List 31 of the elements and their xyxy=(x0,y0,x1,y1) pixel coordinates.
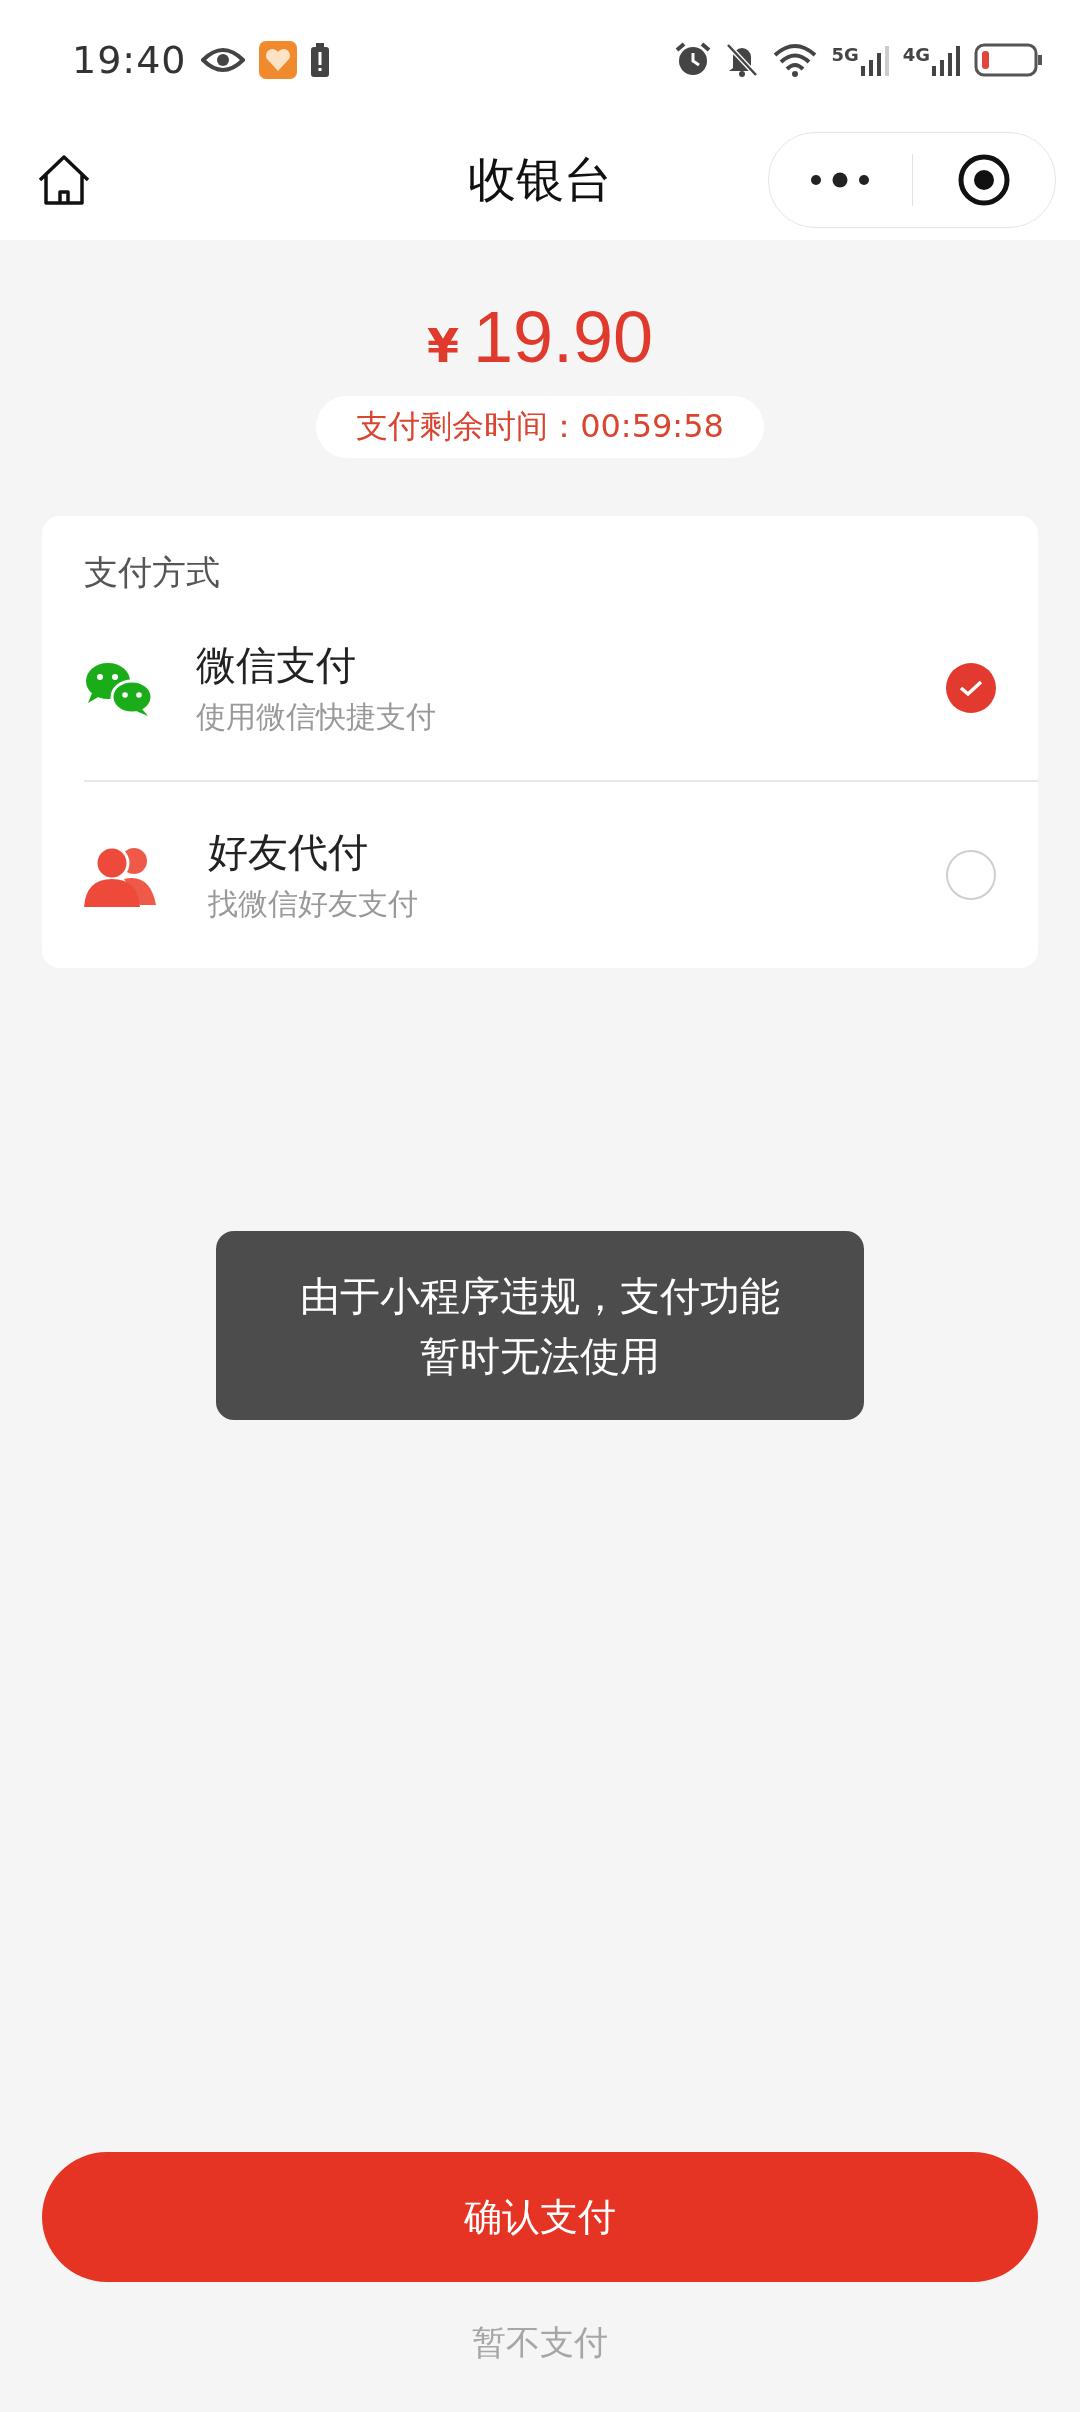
method-description: 使用微信快捷支付 xyxy=(196,698,437,736)
bell-muted-icon xyxy=(725,42,760,78)
heart-app-icon xyxy=(258,41,297,79)
alarm-icon xyxy=(675,42,712,78)
radio-button[interactable] xyxy=(946,850,996,900)
confirm-button[interactable]: 确认支付 xyxy=(42,2152,1038,2282)
battery-icon xyxy=(974,43,1044,77)
method-name: 好友代付 xyxy=(208,828,369,877)
cancel-button[interactable]: 暂不支付 xyxy=(462,2314,618,2372)
network-label: 5G xyxy=(831,44,859,65)
radio-button[interactable] xyxy=(946,663,996,713)
target-icon xyxy=(956,153,1011,207)
signal-icon xyxy=(932,44,960,76)
home-icon[interactable] xyxy=(36,154,92,206)
network-label: 4G xyxy=(902,44,930,65)
section-title: 支付方式 xyxy=(83,551,221,594)
method-name: 微信支付 xyxy=(196,641,357,690)
check-icon xyxy=(959,679,983,697)
currency-symbol: ¥ xyxy=(426,319,459,373)
toast-message: 由于小程序违规，支付功能 xyxy=(300,1271,780,1321)
more-icon xyxy=(810,172,871,188)
wifi-icon xyxy=(773,43,818,77)
page-title: 收银台 xyxy=(468,150,612,209)
battery-alert-icon xyxy=(310,43,329,77)
method-description: 找微信好友支付 xyxy=(208,885,419,923)
signal-icon xyxy=(860,44,889,76)
amount-value: 19.90 xyxy=(472,296,654,378)
countdown-pill: 支付剩余时间：00:59:58 xyxy=(316,396,764,458)
eye-icon xyxy=(200,46,245,74)
status-time: 19:40 xyxy=(72,38,187,82)
toast-message: 暂时无法使用 xyxy=(420,1331,660,1381)
